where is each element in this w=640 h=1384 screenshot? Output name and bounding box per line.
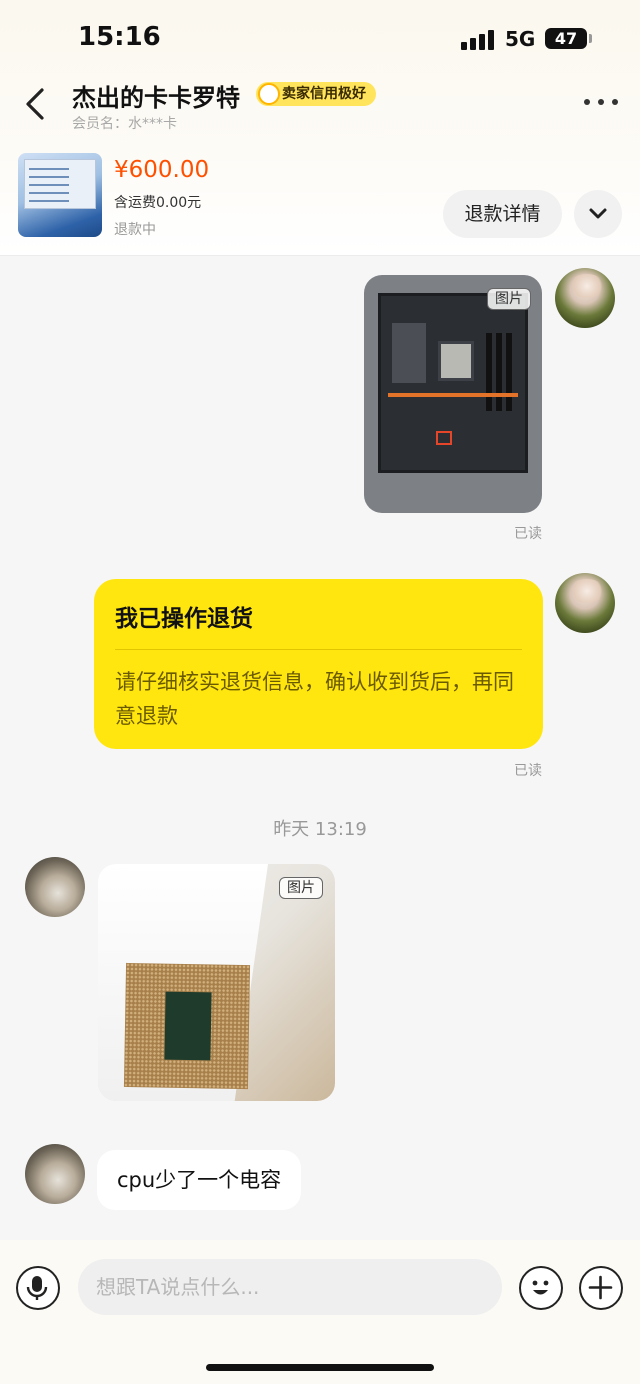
chevron-down-icon (589, 208, 607, 219)
emoji-icon (532, 1280, 549, 1295)
signal-icon (461, 28, 495, 50)
seller-avatar[interactable] (25, 857, 85, 917)
more-dots-icon (584, 99, 590, 105)
more-button[interactable] (584, 92, 618, 112)
shipping-fee: 含运费0.00元 (114, 195, 202, 211)
product-price: ¥600.00 (114, 157, 210, 183)
read-mark: 已读 (514, 763, 542, 779)
return-card-body: 请仔细核实退货信息，确认收到货后，再同意退款 (115, 670, 514, 728)
timestamp: 昨天 13:19 (273, 819, 367, 840)
seller-avatar[interactable] (25, 1144, 85, 1204)
network-label: 5G (505, 27, 536, 51)
status-time: 15:16 (78, 22, 161, 52)
read-mark: 已读 (514, 526, 542, 542)
battery-icon: 47 (545, 28, 587, 49)
plus-button[interactable] (579, 1266, 623, 1310)
plus-icon (588, 1275, 613, 1300)
credit-badge: 卖家信用极好 (256, 82, 376, 106)
return-card[interactable]: 我已操作退货 请仔细核实退货信息，确认收到货后，再同意退款 (94, 579, 543, 749)
battery-cap (589, 34, 592, 43)
credit-badge-label: 卖家信用极好 (282, 86, 366, 102)
my-avatar[interactable] (555, 573, 615, 633)
divider (115, 649, 522, 650)
expand-button[interactable] (574, 190, 622, 238)
chevron-left-icon (26, 88, 44, 120)
smile-face-icon (258, 83, 280, 105)
refund-detail-button[interactable]: 退款详情 (443, 190, 562, 238)
seller-name[interactable]: 杰出的卡卡罗特 (72, 78, 240, 113)
image-message-cpu[interactable]: 图片 (98, 864, 335, 1101)
my-avatar[interactable] (555, 268, 615, 328)
message-input[interactable] (78, 1259, 502, 1315)
image-message-motherboard[interactable]: 图片 (364, 275, 542, 513)
return-card-title: 我已操作退货 (115, 606, 253, 632)
emoji-button[interactable] (519, 1266, 563, 1310)
product-thumbnail[interactable] (18, 153, 102, 237)
home-indicator (206, 1364, 434, 1371)
text-message[interactable]: cpu少了一个电容 (97, 1150, 302, 1210)
image-label: 图片 (487, 288, 531, 310)
refund-status: 退款中 (114, 222, 156, 238)
image-label: 图片 (279, 877, 323, 899)
voice-button[interactable] (16, 1266, 60, 1310)
back-button[interactable] (22, 86, 52, 122)
microphone-icon (26, 1276, 48, 1300)
member-name: 会员名：水***卡 (72, 116, 177, 132)
